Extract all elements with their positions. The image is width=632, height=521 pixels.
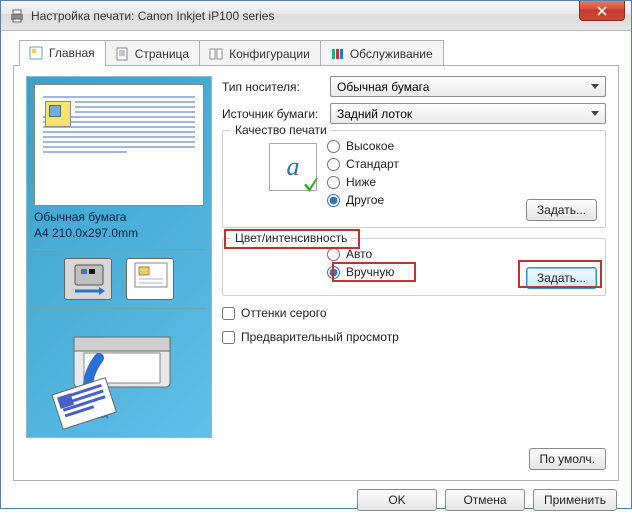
preview-mode-icon-1 [64,258,112,300]
printer-app-icon [9,8,25,24]
tab-config-icon [208,46,224,62]
quality-radio-standard[interactable]: Стандарт [327,157,597,171]
quality-legend: Качество печати [231,123,331,137]
media-type-select[interactable]: Обычная бумага [330,76,606,97]
close-icon [597,6,607,16]
preview-printer-illustration [34,319,204,437]
tab-page-icon [114,46,130,62]
window-titlebar: Настройка печати: Canon Inkjet iP100 ser… [1,1,631,31]
quality-radio-high[interactable]: Высокое [327,139,597,153]
color-legend: Цвет/интенсивность [231,231,351,245]
preview-media-text: Обычная бумага [34,210,204,226]
tab-config[interactable]: Конфигурации [199,40,321,66]
ok-button[interactable]: OK [357,489,437,511]
preview-paper [34,84,204,206]
tab-content-main: Обычная бумага A4 210.0x297.0mm [13,65,619,481]
defaults-button[interactable]: По умолч. [529,448,606,470]
preview-frame: Обычная бумага A4 210.0x297.0mm [26,76,212,438]
tab-main[interactable]: Главная [19,40,106,66]
dialog-buttons: OK Отмена Применить [1,481,631,521]
preview-column: Обычная бумага A4 210.0x297.0mm [26,76,212,438]
cancel-button[interactable]: Отмена [445,489,525,511]
quality-set-button[interactable]: Задать... [526,199,597,221]
preview-caption: Обычная бумага A4 210.0x297.0mm [34,210,204,241]
tab-main-label: Главная [49,46,95,60]
paper-source-label: Источник бумаги: [222,107,330,121]
tab-main-icon [28,45,44,61]
quality-group: Качество печати a Высокое Стандарт Ниже … [222,130,606,228]
tab-maint[interactable]: Обслуживание [320,40,444,66]
tab-page[interactable]: Страница [105,40,200,66]
apply-button[interactable]: Применить [533,489,617,511]
paper-source-select[interactable]: Задний лоток [330,103,606,124]
controls-column: Тип носителя: Обычная бумага Источник бу… [222,76,606,438]
tab-maint-label: Обслуживание [350,47,433,61]
grayscale-checkbox[interactable]: Оттенки серого [222,306,606,320]
quality-radio-low[interactable]: Ниже [327,175,597,189]
tab-page-label: Страница [135,47,189,61]
chevron-down-icon [591,84,599,89]
window-title: Настройка печати: Canon Inkjet iP100 ser… [31,9,631,23]
color-radio-auto[interactable]: Авто [327,247,597,261]
preview-mode-icon-2 [126,258,174,300]
media-type-label: Тип носителя: [222,80,330,94]
tab-row: Главная Страница Конфигурации Обслуживан… [1,31,631,65]
quality-preview-icon: a [269,143,317,191]
tab-config-label: Конфигурации [229,47,310,61]
tab-maint-icon [329,46,345,62]
preview-checkbox[interactable]: Предварительный просмотр [222,330,606,344]
color-group: Цвет/интенсивность Авто Вручную Задать..… [222,238,606,296]
chevron-down-icon [591,111,599,116]
paper-source-value: Задний лоток [337,107,412,121]
window-close-button[interactable] [579,1,625,21]
color-set-button[interactable]: Задать... [526,267,597,289]
preview-size-text: A4 210.0x297.0mm [34,226,204,242]
preview-image-icon [45,101,71,127]
media-type-value: Обычная бумага [337,80,429,94]
